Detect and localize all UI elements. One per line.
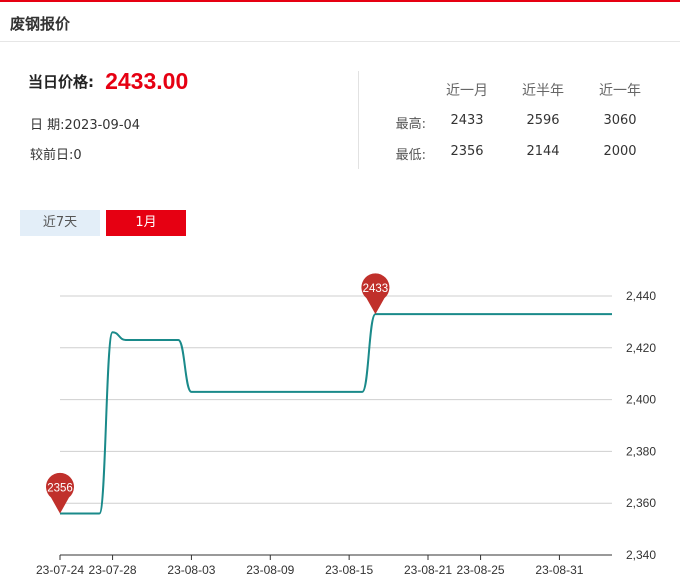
stats-low-month: 2356	[450, 144, 484, 159]
stats-high-month: 2433	[450, 113, 484, 128]
tab-1-month[interactable]: 1月	[106, 210, 186, 236]
vertical-divider	[358, 71, 359, 169]
diff-text: 较前日:0	[30, 148, 82, 163]
stats-high-year: 3060	[603, 113, 637, 128]
stats-col-year: 近一年	[599, 83, 641, 99]
value-marker-pin: 2356	[46, 472, 75, 514]
price-row: 当日价格: 2433.00	[28, 68, 188, 95]
page-title: 废钢报价	[10, 15, 71, 33]
y-tick-label: 2,440	[626, 289, 656, 303]
x-tick-label: 23-08-03	[167, 563, 215, 577]
price-value: 2433.00	[105, 68, 189, 94]
x-tick-label: 23-08-09	[246, 563, 294, 577]
stats-col-month: 近一月	[446, 83, 488, 99]
stats-low-halfyear: 2144	[526, 144, 560, 159]
y-tick-label: 2,400	[626, 393, 656, 407]
stats-col-halfyear: 近半年	[522, 83, 564, 99]
y-tick-label: 2,380	[626, 444, 656, 458]
price-line-chart: 2,340 2,360 2,380 2,400 2,420 2,440 23-07-24 2…	[36, 273, 656, 577]
header-bar: 废钢报价	[0, 2, 680, 42]
x-tick-label: 23-08-21	[404, 563, 452, 577]
x-tick-label: 23-08-31	[535, 563, 583, 577]
stats-high-halfyear: 2596	[526, 113, 560, 128]
value-marker-pin: 2433	[361, 273, 390, 315]
stats-row-low-label: 最低:	[395, 148, 426, 163]
stats-low-year: 2000	[603, 144, 637, 159]
marker-label: 2356	[47, 483, 73, 495]
date-text: 日 期:2023-09-04	[30, 118, 141, 133]
price-info-panel: 当日价格: 2433.00 日 期:2023-09-04 较前日:0 近一月 近…	[0, 58, 680, 178]
marker-label: 2433	[363, 283, 389, 295]
x-tick-label: 23-08-25	[457, 563, 505, 577]
y-tick-label: 2,340	[626, 548, 656, 562]
y-tick-label: 2,420	[626, 341, 656, 355]
x-tick-label: 23-07-24	[36, 563, 84, 577]
tab-7-days[interactable]: 近7天	[20, 210, 100, 236]
y-tick-label: 2,360	[626, 496, 656, 510]
stats-row-high-label: 最高:	[395, 117, 426, 132]
x-tick-label: 23-07-28	[89, 563, 137, 577]
price-series-line	[60, 313, 612, 515]
price-label: 当日价格:	[28, 73, 94, 91]
x-tick-label: 23-08-15	[325, 563, 373, 577]
